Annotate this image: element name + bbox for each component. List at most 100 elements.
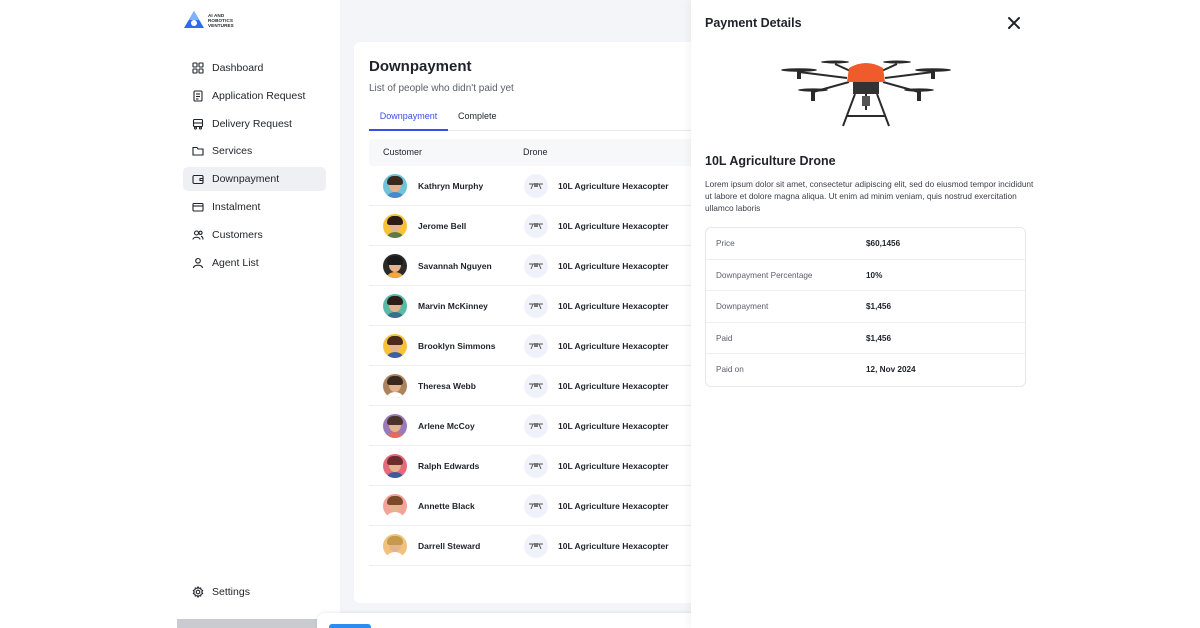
avatar-hair [387,416,403,425]
sidebar-item-label: Services [212,145,253,158]
sidebar-item-instalment[interactable]: Instalment [183,195,326,219]
drone-thumb-icon [529,263,543,270]
gear-icon [192,586,204,598]
avatar [383,174,407,198]
sidebar-item-settings[interactable]: Settings [183,580,326,604]
avatar [383,494,407,518]
drone-icon [524,414,548,438]
drone-name: 10L Agriculture Hexacopter [558,261,669,271]
drone-thumb-icon [529,183,543,190]
drone-thumb-icon [529,503,543,510]
sidebar-item-label: Dashboard [212,62,264,74]
sidebar-nav: Dashboard Application Request Delivery R… [183,56,326,278]
card-icon [192,201,204,213]
drone-icon [524,254,548,278]
customer-name: Darrell Steward [418,541,481,551]
customer-name: Savannah Nguyen [418,261,492,271]
detail-row-downpayment: Downpayment $1,456 [706,291,1025,323]
avatar [383,214,407,238]
detail-value: 10% [866,270,883,280]
settings-section: Settings [183,580,326,608]
page-title: Downpayment [369,58,472,75]
detail-row-paid: Paid $1,456 [706,323,1025,355]
tab-downpayment[interactable]: Downpayment [369,105,448,131]
logo[interactable]: AI AND ROBOTICS VENTURES [183,10,234,30]
avatar-body [385,232,405,238]
users-icon [192,229,204,241]
avatar-body [385,472,405,478]
avatar-body [385,392,405,398]
avatar-body [385,552,405,558]
drawer-title: Payment Details [705,16,802,30]
detail-row-paid-on: Paid on 12, Nov 2024 [706,354,1025,386]
drone-name: 10L Agriculture Hexacopter [558,301,669,311]
drone-icon [524,174,548,198]
logo-text: AI AND ROBOTICS VENTURES [208,13,234,28]
avatar [383,454,407,478]
sidebar-item-customers[interactable]: Customers [183,223,326,247]
avatar-body [385,312,405,318]
customer-name: Annette Black [418,501,475,511]
detail-value: $1,456 [866,333,892,343]
drone-thumb-icon [529,383,543,390]
avatar-hair [387,536,403,545]
sidebar-item-label: Customers [212,228,263,241]
avatar-hair [387,216,403,225]
sidebar-item-label: Agent List [212,256,259,269]
avatar [383,294,407,318]
drone-name: 10L Agriculture Hexacopter [558,501,669,511]
avatar [383,414,407,438]
app-window: AI AND ROBOTICS VENTURES Dashboard Appli… [177,0,1034,628]
logo-icon [184,11,204,28]
column-header-drone[interactable]: Drone [523,139,548,166]
logo-line: ROBOTICS [208,17,234,23]
drone-icon [524,454,548,478]
drone-icon [524,294,548,318]
sidebar-item-agent-list[interactable]: Agent List [183,251,326,275]
drone-name: 10L Agriculture Hexacopter [558,341,669,351]
drone-name: 10L Agriculture Hexacopter [558,541,669,551]
avatar-hair [387,296,403,305]
settings-label: Settings [212,586,250,598]
drone-name: 10L Agriculture Hexacopter [558,461,669,471]
avatar-hair [387,496,403,505]
detail-label: Downpayment Percentage [716,270,813,280]
drone-icon [524,374,548,398]
payment-details-drawer: Payment Details 10L Agriculture Drone Lo… [691,0,1034,628]
drone-name: 10L Agriculture Hexacopter [558,381,669,391]
avatar-hair [387,456,403,465]
sidebar-item-downpayment[interactable]: Downpayment [183,167,326,192]
customer-name: Ralph Edwards [418,461,480,471]
avatar-hair [387,256,403,265]
sidebar-item-application-request[interactable]: Application Request [183,84,326,108]
avatar-body [385,432,405,438]
drone-thumb-icon [529,423,543,430]
close-icon[interactable] [1007,16,1021,30]
detail-row-downpayment-percentage: Downpayment Percentage 10% [706,260,1025,292]
detail-label: Paid [716,333,733,343]
avatar-body [385,352,405,358]
sidebar-item-label: Application Request [212,89,306,102]
detail-row-price: Price $60,1456 [706,228,1025,260]
column-header-customer[interactable]: Customer [383,139,422,166]
drone-thumb-icon [529,343,543,350]
avatar [383,374,407,398]
grid-icon [192,62,204,74]
sidebar-item-services[interactable]: Services [183,139,326,163]
sidebar-item-dashboard[interactable]: Dashboard [183,56,326,80]
product-title: 10L Agriculture Drone [705,154,836,168]
customer-name: Brooklyn Simmons [418,341,496,351]
sidebar-item-delivery-request[interactable]: Delivery Request [183,112,326,136]
tab-complete[interactable]: Complete [458,105,497,131]
product-description: Lorem ipsum dolor sit amet, consectetur … [705,179,1034,213]
drone-image [781,60,951,127]
drone-thumb-icon [529,463,543,470]
drone-thumb-icon [529,223,543,230]
folder-icon [192,145,204,157]
sidebar-item-label: Downpayment [212,173,280,186]
logo-line: VENTURES [208,22,234,28]
user-icon [192,257,204,269]
drone-icon [524,334,548,358]
bottom-toolbar-button[interactable] [329,624,371,628]
avatar-hair [387,336,403,345]
